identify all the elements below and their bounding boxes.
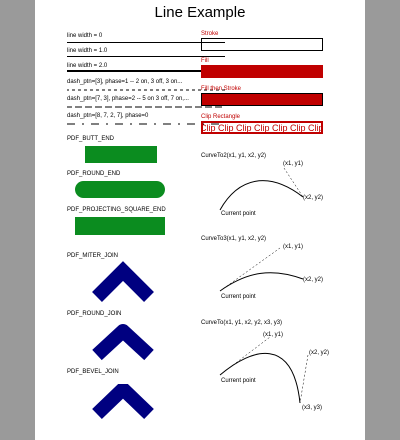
line-width-1: [67, 56, 225, 57]
projecting-square-end-label: PDF_PROJECTING_SQUARE_END: [67, 207, 166, 213]
line-width-2-label: line width = 2.0: [67, 63, 108, 69]
curveto2-current-point: Current point: [221, 211, 256, 217]
round-join-sample: [92, 324, 154, 361]
curveto-x3y3: (x3, y3): [302, 405, 323, 411]
dash-7-3-label: dash_ptn=[7, 3], phase=2 -- 5 on 3 off, …: [67, 96, 189, 102]
stroke-rect: [201, 38, 323, 51]
miter-join-sample: [92, 261, 154, 302]
round-join-label: PDF_ROUND_JOIN: [67, 311, 122, 317]
curveto3-x1y1: (x1, y1): [283, 244, 304, 250]
projecting-square-end-sample: [75, 217, 165, 235]
curveto3-title: CurveTo3(x1, y1, x2, y2): [201, 236, 267, 242]
stroke-label: Stroke: [201, 31, 219, 37]
line-width-1-label: line width = 1.0: [67, 48, 108, 54]
fill-label: Fill: [201, 58, 209, 64]
bevel-join-sample: [92, 383, 154, 420]
curveto-x1y1: (x1, y1): [263, 332, 284, 338]
dash-7-3-line: [67, 106, 225, 108]
fill-stroke-label: Fill then Stroke: [201, 86, 242, 92]
page-title: Line Example: [154, 4, 246, 21]
curveto3-diagram: [219, 247, 304, 292]
fill-rect: [201, 65, 323, 78]
fill-stroke-rect: [201, 93, 323, 106]
curveto2-x2y2: (x2, y2): [303, 195, 324, 201]
curveto2-diagram: [219, 167, 304, 211]
round-end-sample: [75, 181, 165, 198]
bevel-join-label: PDF_BEVEL_JOIN: [67, 369, 119, 375]
pdf-page: Line Example line width = 0 line width =…: [35, 0, 365, 440]
curveto-current-point: Current point: [221, 378, 256, 384]
butt-end-sample: [85, 146, 157, 163]
round-end-label: PDF_ROUND_END: [67, 171, 121, 177]
curveto-diagram: [219, 336, 309, 404]
curveto3-current-point: Current point: [221, 294, 256, 300]
curveto-x2y2: (x2, y2): [309, 350, 330, 356]
line-width-0-label: line width = 0: [67, 33, 103, 39]
dash-8-7-2-7-label: dash_ptn=[8, 7, 2, 7], phase=0: [67, 113, 149, 119]
clip-rectangle-label: Clip Rectangle: [201, 114, 241, 120]
curveto-title: CurveTo(x1, y1, x2, y2, x3, y3): [201, 320, 283, 326]
clip-rectangle: Clip Clip Clip Clip Clip Clip Clip Clip: [201, 121, 323, 134]
butt-end-label: PDF_BUTT_END: [67, 136, 115, 142]
curveto2-x1y1: (x1, y1): [283, 161, 304, 167]
dash-3-label: dash_ptn=[3], phase=1 -- 2 on, 3 off, 3 …: [67, 79, 183, 85]
curveto3-x2y2: (x2, y2): [303, 277, 324, 283]
curveto2-title: CurveTo2(x1, y1, x2, y2): [201, 153, 267, 159]
clip-text: Clip Clip Clip Clip Clip Clip Clip Clip: [201, 123, 323, 133]
